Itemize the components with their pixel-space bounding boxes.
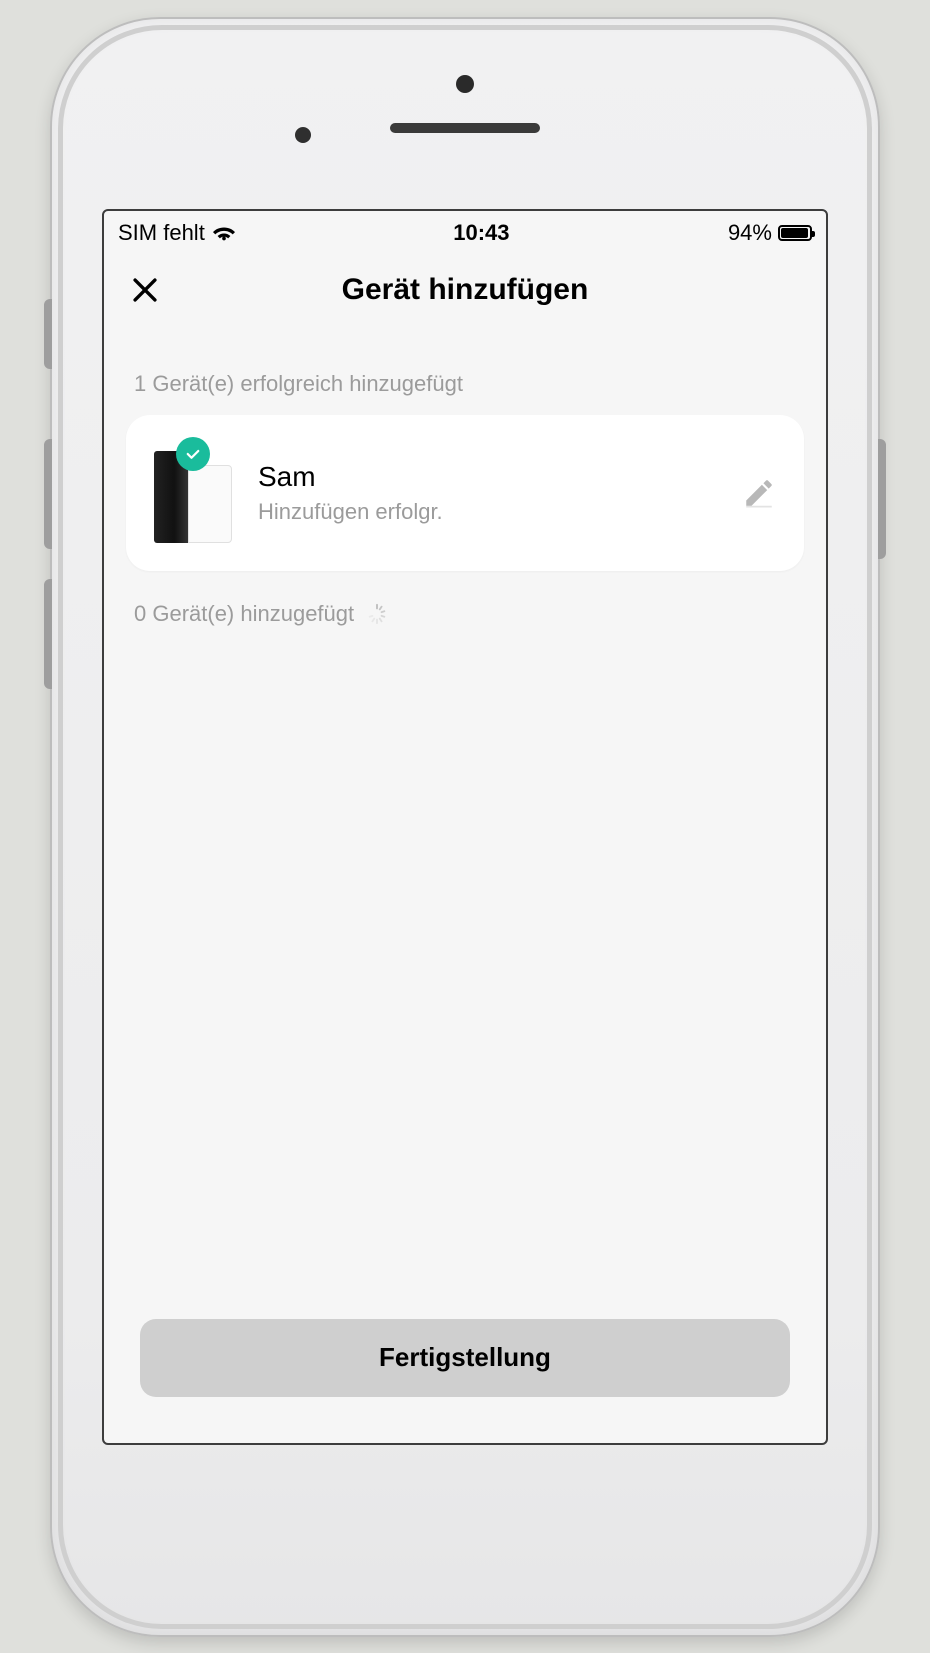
pencil-icon[interactable] [742,476,776,510]
ear-speaker [390,123,540,133]
battery-icon [778,225,812,241]
mute-switch [44,299,52,369]
volume-up [44,439,52,549]
secondary-camera [295,127,311,143]
footer: Fertigstellung [104,1319,826,1443]
phone-frame: SIM fehlt 10:43 94% Gerät hinzufügen 1 G… [50,17,880,1637]
pending-section-header: 0 Gerät(e) hinzugefügt [134,601,354,627]
success-section-header: 1 Gerät(e) erfolgreich hinzugefügt [134,371,796,397]
device-card: Sam Hinzufügen erfolgr. [126,415,804,571]
finish-button[interactable]: Fertigstellung [140,1319,790,1397]
clock: 10:43 [453,220,509,246]
device-thumbnail [154,443,232,543]
device-status: Hinzufügen erfolgr. [258,499,716,525]
spinner-icon [366,603,388,625]
close-icon[interactable] [128,273,162,307]
device-name: Sam [258,461,716,493]
carrier-label: SIM fehlt [118,220,205,246]
volume-down [44,579,52,689]
status-bar: SIM fehlt 10:43 94% [104,211,826,255]
power-button [878,439,886,559]
screen: SIM fehlt 10:43 94% Gerät hinzufügen 1 G… [102,209,828,1445]
front-camera [456,75,474,93]
battery-percentage: 94% [728,220,772,246]
page-title: Gerät hinzufügen [342,273,589,307]
nav-bar: Gerät hinzufügen [104,255,826,325]
content: 1 Gerät(e) erfolgreich hinzugefügt Sam H… [104,325,826,1319]
check-icon [176,437,210,471]
wifi-icon [213,222,235,244]
